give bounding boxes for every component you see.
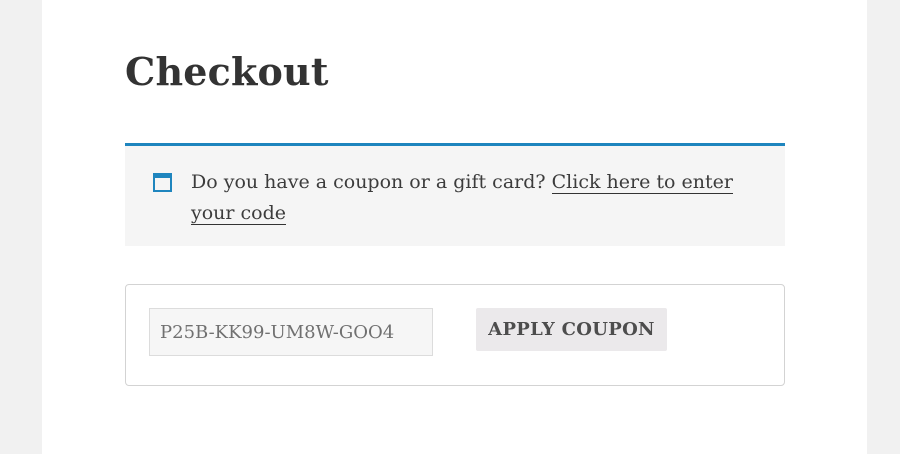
notice-label: Do you have a coupon or a gift card? — [191, 171, 552, 193]
coupon-form: APPLY COUPON — [125, 284, 785, 386]
notice-message: Do you have a coupon or a gift card? Cli… — [191, 167, 761, 229]
coupon-code-input[interactable] — [149, 308, 433, 356]
apply-coupon-button[interactable]: APPLY COUPON — [476, 308, 667, 351]
checkout-page: Checkout Do you have a coupon or a gift … — [42, 0, 867, 454]
window-icon — [153, 173, 172, 192]
page-title: Checkout — [125, 49, 329, 94]
coupon-notice: Do you have a coupon or a gift card? Cli… — [125, 143, 785, 246]
